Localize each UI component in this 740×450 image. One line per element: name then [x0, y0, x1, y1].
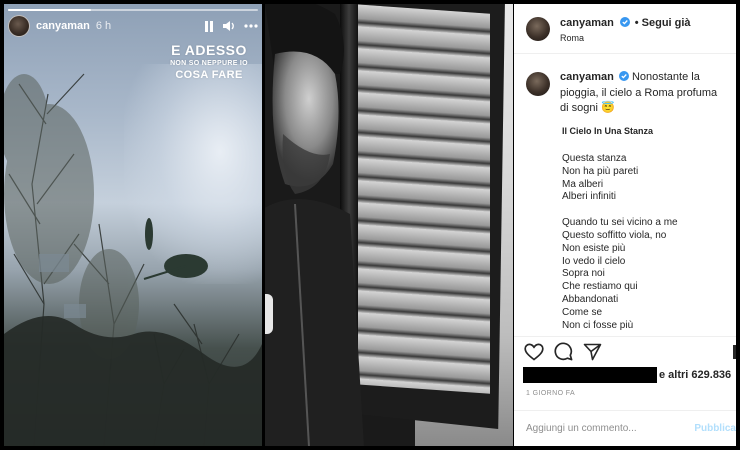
poem-title: Il Cielo In Una Stanza — [562, 125, 654, 136]
dot-separator: • — [634, 17, 642, 30]
story-caption-line1: E ADESSO — [171, 42, 247, 58]
story-caption-line2: NON SO NEPPURE IO — [170, 60, 248, 67]
photo-man-figure — [265, 4, 364, 446]
poem-line: Questa stanza — [562, 153, 627, 165]
more-icon[interactable] — [244, 24, 258, 28]
likes-row: e altri 629.836 — [523, 366, 735, 384]
redacted-liker — [523, 367, 657, 383]
poem-line: Che restiamo qui — [562, 281, 638, 293]
poem-line: Non esiste più — [562, 242, 626, 254]
post-actions-bar — [514, 336, 736, 366]
story-panel[interactable]: canyaman 6 h E ADESSO NON SO NEPPURE IO … — [4, 4, 262, 446]
story-progress-bar — [8, 9, 258, 11]
poem-line: Alberi infiniti — [562, 191, 616, 203]
poem-line: Questo soffitto viola, no — [562, 230, 667, 242]
publish-button[interactable]: Pubblica — [694, 423, 736, 434]
heart-icon[interactable] — [524, 343, 544, 361]
poem-stanza-2: Quando tu sei vicino a me Questo soffitt… — [562, 217, 728, 332]
poem-line: Ma alberi — [562, 178, 604, 190]
caption-author-avatar[interactable] — [526, 72, 550, 96]
speaker-icon[interactable] — [222, 20, 236, 32]
poem-line: Abbandonati — [562, 294, 619, 306]
post-username[interactable]: canyaman — [560, 17, 614, 29]
story-progress-fill — [8, 9, 91, 11]
story-avatar[interactable] — [8, 15, 30, 37]
poem-stanza-1: Questa stanza Non ha più pareti Ma alber… — [562, 153, 728, 204]
poem-line: Io vedo il cielo — [562, 255, 626, 267]
poem-line: Sopra noi — [562, 268, 605, 280]
poem: Il Cielo In Una Stanza Questa stanza Non… — [562, 126, 728, 333]
verified-badge-icon — [620, 13, 631, 33]
caption-row: canyaman Nonostante la pioggia, il cielo… — [526, 70, 728, 116]
comment-icon[interactable] — [554, 342, 573, 361]
caption-username[interactable]: canyaman — [560, 71, 614, 83]
likes-count[interactable]: e altri 629.836 — [659, 369, 731, 381]
poem-line: Non ci fosse più — [562, 319, 634, 331]
poem-line: Come se — [562, 306, 603, 318]
post-location[interactable]: Roma — [560, 33, 691, 44]
share-icon[interactable] — [583, 343, 602, 361]
post-header-meta: canyaman • Segui già Roma — [560, 12, 691, 44]
post-time-ago: 1 GIORNO FA — [526, 390, 576, 397]
save-bookmark-edge[interactable] — [733, 345, 736, 359]
poem-line: Non ha più pareti — [562, 165, 639, 177]
story-caption-line3: COSA FARE — [175, 69, 243, 81]
story-time: 6 h — [95, 20, 112, 32]
comment-input[interactable] — [526, 423, 687, 434]
story-caption: E ADESSO NON SO NEPPURE IO COSA FARE — [164, 42, 254, 81]
post-header: canyaman • Segui già Roma — [514, 4, 736, 54]
pause-icon[interactable] — [204, 20, 214, 32]
add-comment-bar: Pubblica — [514, 410, 736, 446]
post-photo[interactable] — [265, 4, 513, 446]
post-sidebar: canyaman • Segui già Roma canyaman Nonos… — [514, 4, 736, 446]
story-username[interactable]: canyaman — [36, 20, 90, 32]
caption-text-block: canyaman Nonostante la pioggia, il cielo… — [560, 70, 728, 116]
verified-badge-icon — [618, 71, 629, 86]
story-header: canyaman 6 h — [8, 14, 258, 38]
post-author-avatar[interactable] — [526, 16, 550, 41]
poem-line: Quando tu sei vicino a me — [562, 217, 678, 229]
caption-scroll-area[interactable]: canyaman Nonostante la pioggia, il cielo… — [514, 56, 736, 340]
story-controls — [204, 20, 258, 32]
follow-status-button[interactable]: Segui già — [642, 17, 691, 29]
